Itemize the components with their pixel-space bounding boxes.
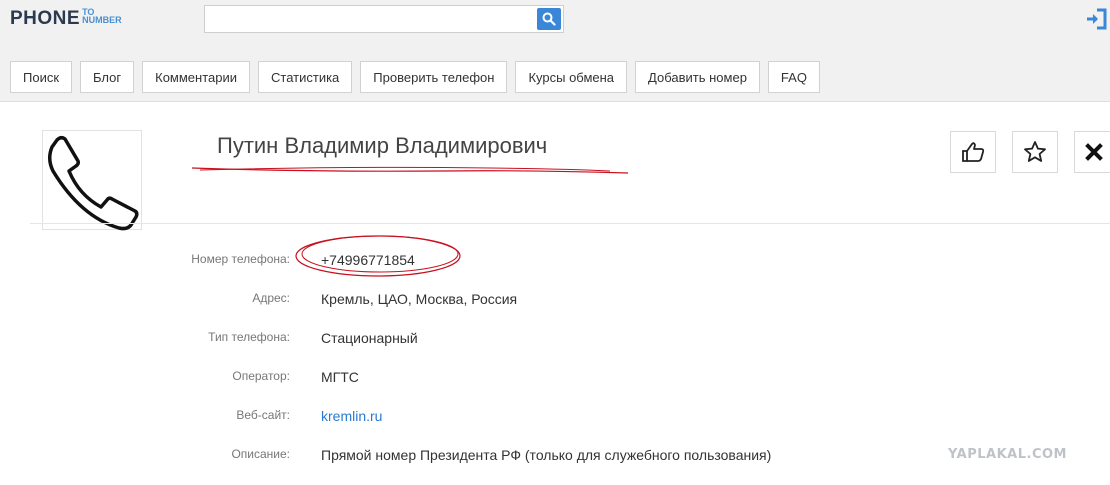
address-value: Кремль, ЦАО, Москва, Россия: [321, 291, 518, 307]
search-button[interactable]: [537, 8, 561, 30]
website-link[interactable]: kremlin.ru: [321, 408, 382, 424]
detail-row-address: Адрес: Кремль, ЦАО, Москва, Россия: [0, 291, 1110, 311]
close-button[interactable]: [1074, 131, 1110, 173]
top-header: PHONE TO NUMBER Поиск Блог Комментарии С…: [0, 0, 1110, 102]
thumbs-up-icon: [962, 142, 985, 162]
detail-label: Адрес:: [252, 291, 290, 305]
like-button[interactable]: [950, 131, 996, 173]
nav-search[interactable]: Поиск: [10, 61, 73, 93]
detail-row-website: Веб-сайт: kremlin.ru: [0, 408, 1110, 428]
favorite-button[interactable]: [1012, 131, 1058, 173]
annotation-underline: [191, 166, 629, 174]
search-input[interactable]: [205, 6, 535, 32]
detail-label: Номер телефона:: [191, 252, 290, 266]
logo-number-text: NUMBER: [82, 15, 122, 25]
close-icon: [1085, 143, 1103, 161]
phone-handset-icon: [48, 135, 139, 231]
phone-number: +74996771854: [321, 252, 415, 268]
detail-row-phone: Номер телефона: +74996771854: [0, 252, 1110, 272]
detail-label: Оператор:: [232, 369, 290, 383]
nav-add-number[interactable]: Добавить номер: [635, 61, 760, 93]
operator-value: МГТС: [321, 369, 359, 385]
main-nav: Поиск Блог Комментарии Статистика Провер…: [10, 61, 820, 93]
nav-blog[interactable]: Блог: [80, 61, 135, 93]
logo-main-text: PHONE: [10, 8, 81, 29]
section-divider: [30, 223, 1110, 224]
star-icon: [1024, 141, 1046, 162]
detail-label: Описание:: [231, 447, 290, 461]
detail-row-phone-type: Тип телефона: Стационарный: [0, 330, 1110, 350]
watermark: YAPLAKAL.COM: [948, 447, 1067, 462]
nav-comments[interactable]: Комментарии: [142, 61, 251, 93]
site-logo[interactable]: PHONE TO NUMBER: [10, 8, 122, 30]
nav-statistics[interactable]: Статистика: [258, 61, 353, 93]
login-icon[interactable]: [1084, 7, 1108, 31]
detail-row-operator: Оператор: МГТС: [0, 369, 1110, 389]
person-name: Путин Владимир Владимирович: [217, 133, 548, 158]
phone-type-value: Стационарный: [321, 330, 418, 346]
detail-row-description: Описание: Прямой номер Президента РФ (то…: [0, 447, 1110, 467]
logo-sub-text: TO NUMBER: [82, 8, 122, 25]
avatar: [42, 130, 142, 231]
nav-check-phone[interactable]: Проверить телефон: [360, 61, 508, 93]
detail-label: Веб-сайт:: [236, 408, 290, 422]
description-value: Прямой номер Президента РФ (только для с…: [321, 447, 772, 463]
detail-label: Тип телефона:: [208, 330, 290, 344]
nav-faq[interactable]: FAQ: [767, 61, 820, 93]
nav-exchange-rates[interactable]: Курсы обмена: [515, 61, 628, 93]
search-icon: [542, 12, 556, 26]
search-bar: [204, 5, 564, 33]
